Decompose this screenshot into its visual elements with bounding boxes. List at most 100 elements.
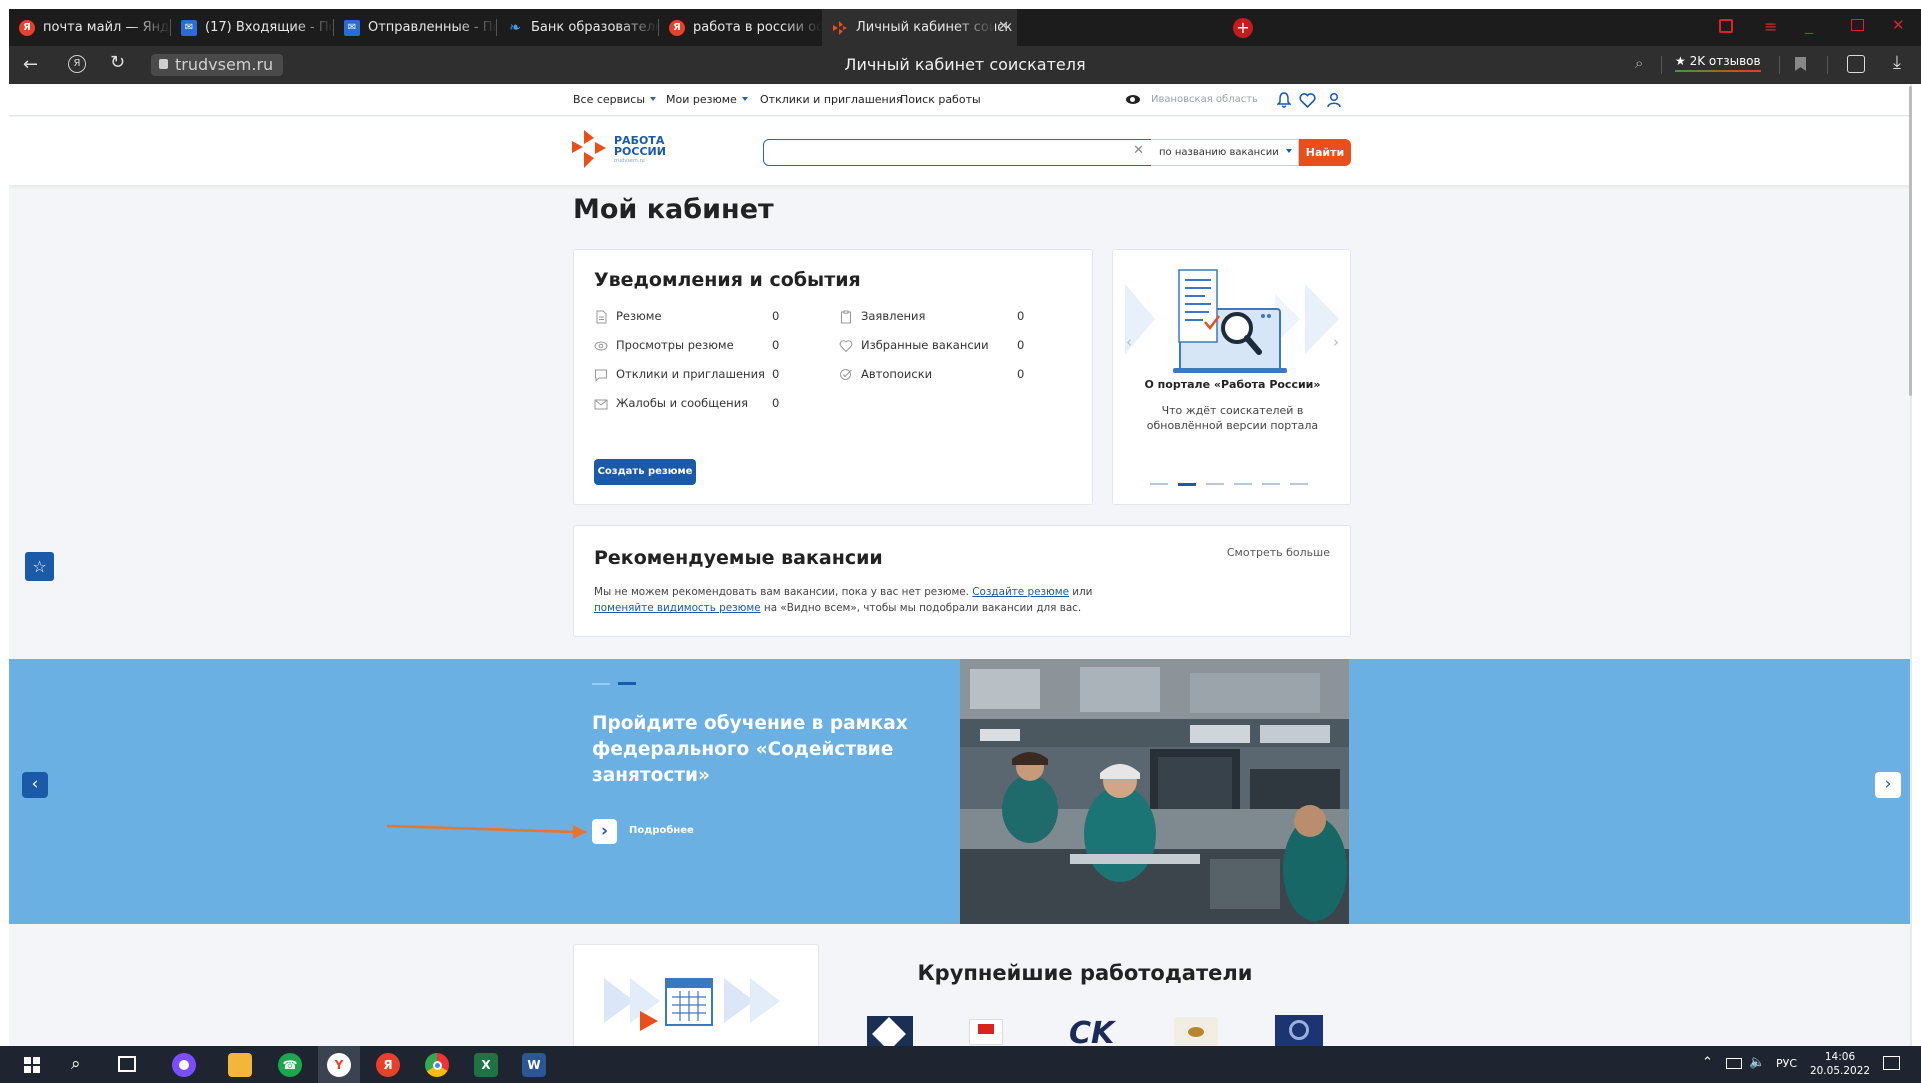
task-view-icon[interactable] [118,1056,136,1072]
stat-autosearch[interactable]: Автопоиски [861,367,932,381]
stat-complaints[interactable]: Жалобы и сообщения [616,396,748,410]
nav-job-search[interactable]: Поиск работы [900,84,981,116]
file-explorer-icon[interactable] [228,1053,252,1077]
volume-icon[interactable]: 🔈 [1749,1055,1765,1070]
bell-icon[interactable] [1277,92,1291,108]
yandex-icon[interactable]: Я [376,1053,400,1077]
network-icon[interactable] [1726,1058,1742,1069]
yandex-icon: Я [19,19,35,36]
top-navigation: Все сервисы Мои резюме Отклики и приглаш… [9,84,1912,116]
tab-rabota-search[interactable]: Я работа в россии официал [659,9,822,46]
alice-icon[interactable] [172,1053,196,1077]
back-icon[interactable]: ← [23,54,38,75]
employer-logo[interactable] [1174,1017,1218,1046]
stat-resumes[interactable]: Резюме [616,309,662,323]
recommended-text-part: Мы не можем рекомендовать вам вакансии, … [594,586,973,598]
employer-logo[interactable] [1275,1015,1323,1046]
language-indicator[interactable]: РУС [1776,1057,1797,1070]
whatsapp-icon[interactable]: ☎ [278,1053,302,1077]
pagination-dot[interactable] [1290,483,1308,485]
restore-icon[interactable] [1851,19,1864,31]
search-button[interactable]: Найти [1299,139,1351,166]
stat-applications[interactable]: Заявления [861,309,925,323]
search-mode-select[interactable]: по названию вакансии [1151,139,1299,166]
banner-more-link[interactable]: Подробнее [629,825,694,836]
download-icon[interactable]: ⤓ [1893,52,1901,73]
banner-next-button[interactable]: › [1875,772,1901,798]
employers-title: Крупнейшие работодатели [917,961,1253,985]
favorites-star-button[interactable]: ☆ [25,552,54,581]
tab-yandex-search[interactable]: Я почта майл — Яндекс: на [9,9,171,46]
region-selector[interactable]: Ивановская область [1151,84,1258,116]
new-tab-button[interactable]: + [1233,18,1253,38]
calendar-illustration [604,978,780,1031]
site-logo[interactable]: РАБОТА РОССИИ trudvsem.ru [572,130,672,168]
create-resume-link[interactable]: Создайте резюме [972,586,1069,598]
stat-resume-views[interactable]: Просмотры резюме [616,338,734,352]
collections-icon[interactable] [1847,55,1865,73]
pagination-dot[interactable] [1206,483,1224,485]
pagination-dot[interactable] [1234,483,1252,485]
employer-logo[interactable] [867,1016,913,1046]
annotation-arrow [387,824,587,839]
chrome-icon[interactable] [425,1053,449,1077]
chevron-left-icon[interactable]: ‹ [1123,333,1135,351]
close-tab-icon[interactable]: ✕ [998,19,1009,34]
tab-sent[interactable]: ✉ Отправленные - Почта М [334,9,497,46]
nav-responses[interactable]: Отклики и приглашения [760,84,903,116]
logo-line2: РОССИИ [614,145,666,158]
tabs-icon[interactable] [1719,19,1733,33]
create-resume-button[interactable]: Создать резюме [594,459,696,485]
laptop-illustration [1125,269,1339,373]
chevron-right-icon[interactable]: › [1330,333,1342,351]
excel-icon[interactable]: X [474,1053,498,1077]
yandex-browser-icon[interactable]: Y [327,1053,351,1077]
close-window-icon[interactable]: ✕ [1892,16,1905,34]
search-icon[interactable]: ⌕ [1635,54,1643,72]
tab-bank[interactable]: ❧ Банк образовательных пр [497,9,659,46]
tab-inbox[interactable]: ✉ (17) Входящие - Почта Ма [171,9,334,46]
scrollbar-thumb[interactable] [1909,86,1912,396]
windows-start-icon[interactable] [24,1057,40,1073]
employer-logo[interactable]: CK [1069,1016,1117,1046]
menu-icon[interactable]: ≡ [1764,17,1777,36]
nav-my-resumes[interactable]: Мои резюме [666,84,748,116]
word-icon[interactable]: W [522,1053,546,1077]
promo-title: О портале «Работа России» [1144,378,1321,391]
reload-icon[interactable]: ↻ [110,52,125,73]
stat-favorite-vacancies[interactable]: Избранные вакансии [861,338,989,352]
tab-cabinet[interactable]: Личный кабинет соиск ✕ [822,9,1017,46]
banner-dot[interactable] [592,683,610,685]
chevron-right-icon[interactable]: › [592,819,617,844]
banner-dot-active[interactable] [618,682,636,685]
promo-pagination [1150,483,1316,486]
url-field[interactable]: trudvsem.ru [151,54,284,76]
tray-chevron-icon[interactable]: ⌃ [1702,1055,1713,1070]
reviews-badge[interactable]: ★ 2K отзывов [1675,54,1761,72]
clear-search-icon[interactable]: ✕ [1133,143,1144,158]
heart-icon[interactable] [1299,93,1316,108]
yandex-home-icon[interactable]: Я [68,55,86,73]
chevron-down-icon [741,97,748,101]
notifications-icon[interactable] [1883,1056,1900,1070]
promo-text: Что ждёт соискателей в обновлённой верси… [1146,404,1319,432]
banner-prev-button[interactable]: ‹ [22,772,48,798]
pagination-dot[interactable] [1150,483,1168,485]
pagination-dot[interactable] [1262,483,1280,485]
search-input[interactable]: ✕ [763,139,1153,166]
user-icon[interactable] [1327,92,1341,108]
logo-small-text: trudvsem.ru [614,158,645,164]
clock[interactable]: 14:06 20.05.2022 [1808,1050,1872,1078]
stat-responses[interactable]: Отклики и приглашения [616,367,765,381]
see-more-link[interactable]: Смотреть больше [1227,546,1330,559]
bookmark-icon[interactable] [1795,57,1806,71]
change-visibility-link[interactable]: поменяйте видимость резюме [594,602,761,614]
clock-date: 20.05.2022 [1809,1065,1871,1077]
page-title: Мой кабинет [573,194,774,225]
nav-all-services[interactable]: Все сервисы [573,84,657,116]
employer-logo[interactable] [969,1019,1003,1045]
clock-time: 14:06 [1824,1051,1856,1063]
search-icon[interactable]: ⌕ [71,1054,81,1074]
minimize-icon[interactable]: _ [1805,15,1813,34]
pagination-dot-active[interactable] [1178,483,1196,486]
